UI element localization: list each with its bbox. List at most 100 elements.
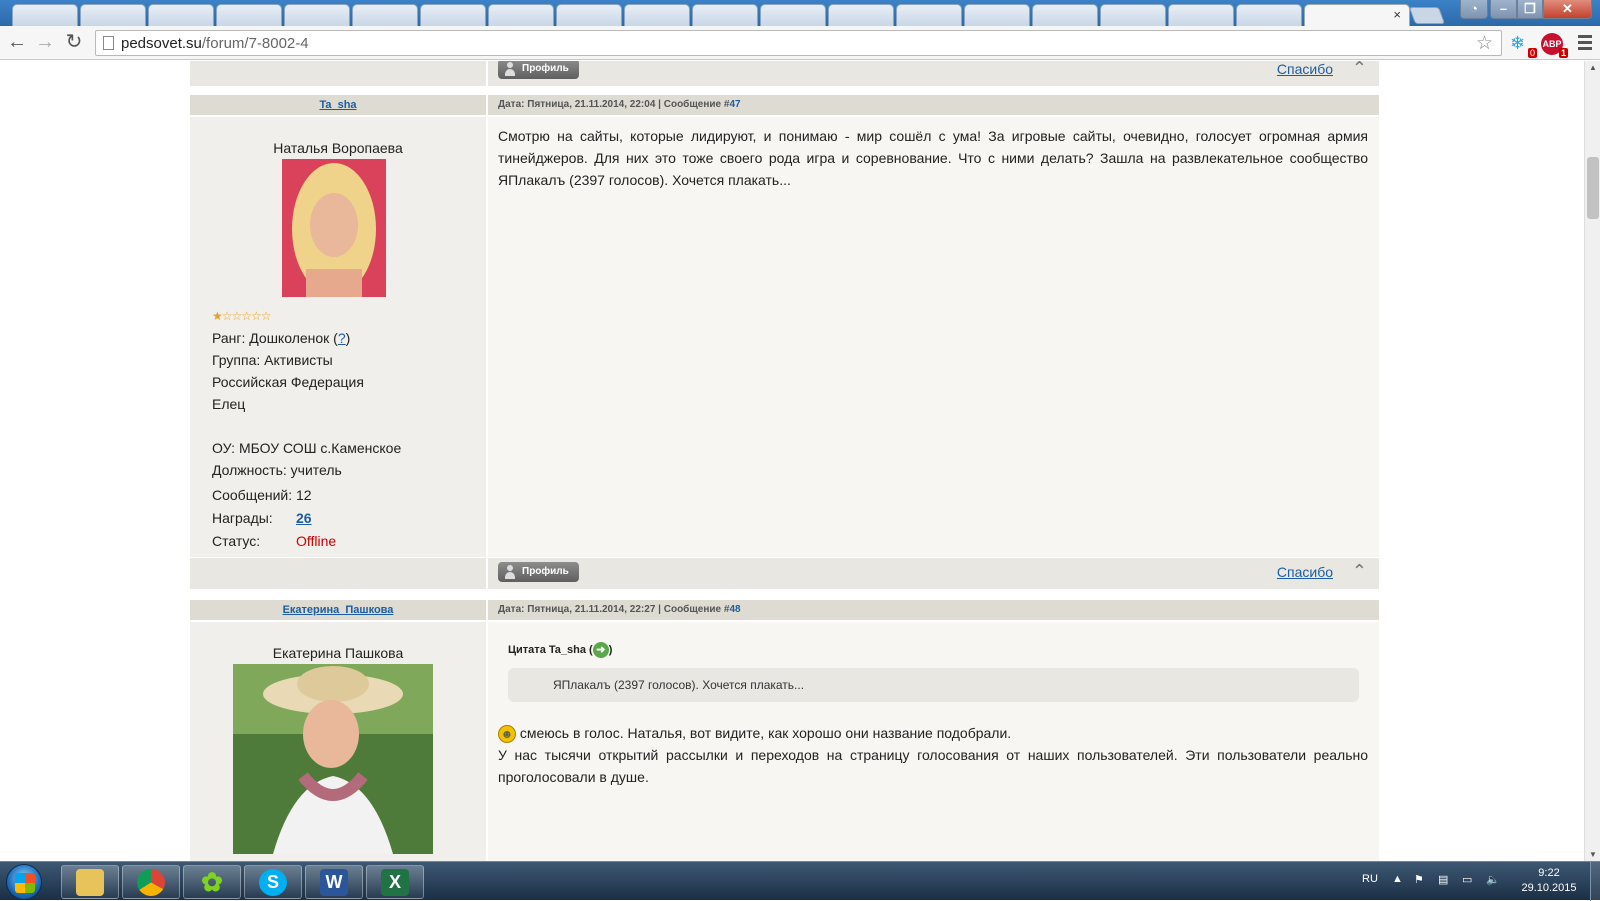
tab-close-icon[interactable]: × [1393,7,1401,22]
post-date: Дата: Пятница, 21.11.2014, 22:27 | Сообщ… [498,604,730,615]
scroll-down-icon[interactable]: ▼ [1585,850,1600,859]
reload-button[interactable]: ↻ [62,31,86,55]
tab[interactable] [828,4,894,26]
scroll-top-icon[interactable]: ⌃ [1352,561,1367,582]
scroll-top-icon[interactable]: ⌃ [1352,61,1367,79]
system-clock[interactable]: 9:22 29.10.2015 [1514,866,1584,896]
tab[interactable] [488,4,554,26]
post-content: Цитата Ta_sha (➜) ЯПлакалъ (2397 голосов… [488,622,1379,861]
maximize-button[interactable]: ❐ [1517,0,1543,19]
tab[interactable] [1100,4,1166,26]
post-footer: Профиль Спасибо ⌃ [190,558,1379,589]
network-icon[interactable]: ▤ [1438,873,1448,886]
tab[interactable] [1032,4,1098,26]
post-text: Смотрю на сайты, которые лидируют, и пон… [498,128,1368,188]
user-icon: ◔ [1470,1,1478,16]
profile-button[interactable]: Профиль [498,61,579,79]
taskbar-excel[interactable]: X [366,865,424,899]
tab[interactable] [896,4,962,26]
quote-author: Цитата Ta_sha [508,643,586,656]
scroll-thumb[interactable] [1587,157,1599,219]
tab[interactable] [80,4,146,26]
show-desktop-button[interactable] [1590,862,1600,901]
position-line: Должность: учитель [212,462,342,478]
taskbar-icq[interactable]: ✿ [183,865,241,899]
abp-label: ABP [1542,39,1562,49]
messages-count: Сообщений: 12 [212,487,312,503]
post-meta-cell: Дата: Пятница, 21.11.2014, 22:04 | Сообщ… [488,95,1379,115]
messages-value: 12 [296,487,312,503]
windows-taskbar: ✿ S W X RU ▲ ⚑ ▤ ▭ 🔈 9:22 29.10.2015 [0,861,1600,901]
tab[interactable] [624,4,690,26]
address-bar[interactable]: pedsovet.su/forum/7-8002-4 ☆ [95,30,1502,56]
volume-icon[interactable]: 🔈 [1486,873,1500,886]
page-icon [103,36,114,50]
post-meta-cell: Дата: Пятница, 21.11.2014, 22:27 | Сообщ… [488,600,1379,620]
author-panel: Наталья Воропаева ★☆☆☆☆☆ Ранг: Дошколено… [190,117,486,557]
url-text[interactable]: pedsovet.su/forum/7-8002-4 [121,35,309,52]
awards: Награды: 26 [212,510,312,526]
author-full-name: Наталья Воропаева [273,140,403,156]
status: Статус: Offline [212,533,336,549]
post-text: ☻ смеюсь в голос. Наталья, вот видите, к… [498,722,1368,788]
avatar[interactable] [233,664,433,854]
tab[interactable] [964,4,1030,26]
rank-help-link[interactable]: ? [338,330,346,346]
tab-active[interactable]: × [1304,4,1410,27]
profile-window-button[interactable]: ◔ [1460,0,1488,19]
vertical-scrollbar[interactable]: ▲ ▼ [1584,61,1600,861]
status-value: Offline [296,533,337,549]
bookmark-star-icon[interactable]: ☆ [1476,32,1493,55]
adblock-plus-icon[interactable]: ABP 1 [1541,33,1568,58]
tab[interactable] [556,4,622,26]
back-button[interactable]: ← [5,31,29,55]
tab[interactable] [148,4,214,26]
tab[interactable] [760,4,826,26]
country-line: Российская Федерация [212,374,364,390]
post-number-link[interactable]: 48 [729,604,740,615]
school-line: ОУ: МБОУ СОШ с.Каменское [212,440,402,456]
tab[interactable] [420,4,486,26]
display-icon[interactable]: ▭ [1462,873,1472,886]
new-tab-button[interactable] [1408,7,1446,24]
action-center-icon[interactable]: ⚑ [1414,873,1424,886]
chrome-menu-icon[interactable] [1578,35,1592,53]
forward-button[interactable]: → [33,31,57,55]
go-to-quote-icon[interactable]: ➜ [592,642,609,658]
windows-logo-icon [15,873,35,893]
tab[interactable] [352,4,418,26]
thanks-link[interactable]: Спасибо [1277,61,1333,77]
awards-label: Награды: [212,510,273,526]
tab[interactable] [284,4,350,26]
url-domain: pedsovet.su [121,35,202,52]
profile-button[interactable]: Профиль [498,562,579,582]
snowflake-extension-icon[interactable]: ❄ 0 [1510,33,1537,58]
post-number-link[interactable]: 47 [729,99,740,110]
page-content: Профиль Спасибо ⌃ Ta_sha Дата: Пятница, … [0,61,1584,861]
start-button[interactable] [6,864,42,900]
post-body: Наталья Воропаева ★☆☆☆☆☆ Ранг: Дошколено… [190,117,1379,557]
tab[interactable] [1236,4,1302,26]
icq-flower-icon: ✿ [201,867,223,897]
awards-link[interactable]: 26 [296,510,312,526]
author-nick[interactable]: Ta_sha [190,95,486,111]
close-window-button[interactable]: ✕ [1543,0,1592,19]
taskbar-chrome[interactable] [122,865,180,899]
tab[interactable] [12,4,78,26]
folder-icon [76,869,104,896]
avatar[interactable] [282,159,386,297]
taskbar-explorer[interactable] [61,865,119,899]
tab[interactable] [216,4,282,26]
taskbar-word[interactable]: W [305,865,363,899]
tab[interactable] [1168,4,1234,26]
taskbar-skype[interactable]: S [244,865,302,899]
author-nick[interactable]: Екатерина_Пашкова [190,600,486,616]
extension-badge: 0 [1527,48,1537,58]
language-indicator[interactable]: RU [1362,873,1378,885]
tab[interactable] [692,4,758,26]
show-hidden-icons[interactable]: ▲ [1392,873,1403,885]
minimize-button[interactable]: – [1490,0,1517,19]
scroll-up-icon[interactable]: ▲ [1585,63,1600,72]
post-body: Екатерина Пашкова Цитата Ta_sha (➜) ЯПла… [190,622,1379,861]
thanks-link[interactable]: Спасибо [1277,564,1333,580]
